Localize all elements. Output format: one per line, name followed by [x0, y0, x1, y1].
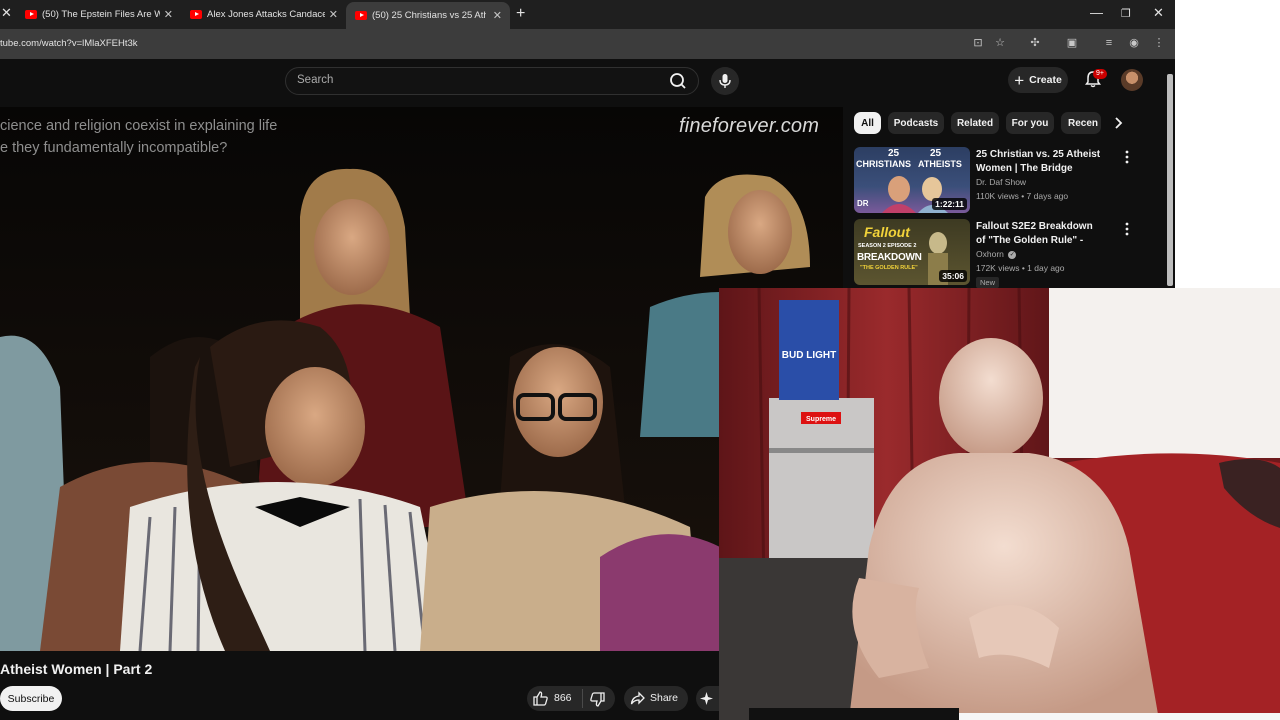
thumb-text-left: CHRISTIANS [856, 159, 912, 169]
thumb-logo: DR [857, 199, 869, 208]
channel-name[interactable]: Oxhorn ✓ [976, 249, 1017, 259]
thumbs-up-icon[interactable] [532, 690, 549, 707]
video-thumbnail[interactable]: Fallout SEASON 2 EPISODE 2 BREAKDOWN "TH… [854, 219, 970, 285]
thumb-brand: Fallout [864, 224, 910, 240]
channel-label: Oxhorn [976, 249, 1004, 259]
bookmark-star-icon[interactable]: ☆ [993, 36, 1007, 50]
youtube-favicon [190, 10, 202, 19]
close-icon[interactable]: ✕ [164, 8, 173, 21]
video-duration: 1:22:11 [932, 198, 967, 210]
thumb-subtitle: "THE GOLDEN RULE" [860, 265, 918, 271]
chevron-right-icon[interactable] [1111, 116, 1125, 130]
minimize-icon[interactable]: — [1090, 5, 1103, 20]
close-icon[interactable]: ✕ [1, 5, 12, 21]
tab-title: Alex Jones Attacks Candace Ow [207, 9, 325, 20]
chip-related[interactable]: Related [951, 112, 999, 134]
video-player[interactable]: cience and religion coexist in explainin… [0, 107, 843, 651]
youtube-header: Search + Create 9+ [0, 59, 1165, 107]
tab-epstein[interactable]: (50) The Epstein Files Are Way \ ✕ [25, 4, 175, 25]
recommendation-item[interactable]: Fallout SEASON 2 EPISODE 2 BREAKDOWN "TH… [854, 219, 1154, 288]
video-duration: 35:06 [939, 270, 967, 282]
kebab-icon[interactable] [1122, 150, 1132, 164]
create-label: Create [1029, 74, 1062, 86]
subscribe-button[interactable]: Subscribe [0, 686, 62, 711]
video-meta: 172K views • 1 day ago [976, 263, 1065, 273]
notification-badge: 9+ [1093, 69, 1107, 79]
thumb-number-right: 25 [930, 148, 942, 159]
url-text[interactable]: tube.com/watch?v=lMlaXFEHt3k [0, 38, 138, 49]
chip-recent[interactable]: Recen [1061, 112, 1101, 134]
like-count: 866 [554, 692, 572, 704]
profile-icon[interactable]: ◉ [1127, 36, 1141, 50]
menu-kebab-icon[interactable]: ⋮ [1152, 36, 1166, 50]
recommendation-item[interactable]: 25 25 CHRISTIANS ATHEISTS DR 1:22:11 25 … [854, 147, 1154, 215]
media-icon[interactable]: ≡ [1102, 36, 1116, 50]
thumb-season: SEASON 2 EPISODE 2 [858, 243, 917, 249]
video-thumbnail[interactable]: 25 25 CHRISTIANS ATHEISTS DR 1:22:11 [854, 147, 970, 213]
watermark: fineforever.com [679, 115, 820, 137]
webcam-overlay: BUD LIGHT Supreme [719, 288, 1280, 720]
tab-alex-jones[interactable]: Alex Jones Attacks Candace Ow ✕ [190, 4, 340, 25]
tab-christians-atheists[interactable]: (50) 25 Christians vs 25 Atheist ✕ [346, 2, 510, 29]
scrollbar-thumb[interactable] [1167, 74, 1173, 286]
tab-title: (50) The Epstein Files Are Way \ [42, 9, 160, 20]
sticker-label: Supreme [806, 416, 836, 423]
recommendation-title[interactable]: 25 Christian vs. 25 Atheist Women | The … [976, 148, 1104, 176]
kebab-icon[interactable] [1122, 222, 1132, 236]
new-tab-icon[interactable]: + [516, 5, 525, 23]
thumb-number-left: 25 [888, 148, 900, 159]
question-line-2: e they fundamentally incompatible? [0, 140, 228, 156]
address-bar[interactable]: tube.com/watch?v=lMlaXFEHt3k ⊡ ☆ ✣ ▣ ≡ ◉… [0, 29, 1175, 59]
avatar[interactable] [1121, 69, 1143, 91]
thumb-text-right: ATHEISTS [918, 159, 962, 169]
restore-icon[interactable]: ❐ [1121, 7, 1131, 20]
video-frame [0, 107, 843, 651]
extensions-icon[interactable]: ✣ [1028, 36, 1042, 50]
tab-strip: ✕ (50) The Epstein Files Are Way \ ✕ Ale… [0, 0, 1175, 29]
sparkle-icon [700, 692, 713, 705]
youtube-favicon [25, 10, 37, 19]
close-icon[interactable]: ✕ [493, 9, 502, 22]
new-badge: New [976, 277, 1000, 288]
close-icon[interactable]: ✕ [329, 8, 338, 21]
sidepanel-icon[interactable]: ▣ [1065, 36, 1079, 50]
recommendation-title[interactable]: Fallout S2E2 Breakdown of "The Golden Ru… [976, 220, 1104, 248]
youtube-favicon [355, 11, 367, 20]
channel-name[interactable]: Dr. Daf Show [976, 177, 1026, 187]
search-input[interactable]: Search [285, 67, 699, 95]
verified-icon: ✓ [1008, 250, 1017, 259]
question-line-1: cience and religion coexist in explainin… [0, 118, 278, 134]
question-overlay: cience and religion coexist in explainin… [0, 115, 277, 159]
mic-icon[interactable] [711, 67, 739, 95]
create-button[interactable]: + Create [1008, 67, 1068, 93]
video-title: Atheist Women | Part 2 [0, 661, 153, 677]
tab-title: (50) 25 Christians vs 25 Atheist [372, 10, 486, 21]
plus-icon: + [1014, 70, 1025, 90]
chip-all[interactable]: All [854, 112, 881, 134]
install-icon[interactable]: ⊡ [971, 36, 985, 50]
thumbs-down-icon[interactable] [589, 691, 606, 708]
chip-podcasts[interactable]: Podcasts [888, 112, 944, 134]
search-icon[interactable] [657, 67, 697, 95]
close-window-icon[interactable]: ✕ [1153, 5, 1164, 21]
video-meta: 110K views • 7 days ago [976, 191, 1069, 201]
share-label: Share [650, 692, 679, 704]
search-placeholder: Search [297, 74, 334, 86]
desktop-background [1175, 0, 1280, 288]
share-icon [630, 691, 645, 705]
can-label: BUD LIGHT [782, 350, 836, 361]
chip-for-you[interactable]: For you [1006, 112, 1054, 134]
webcam-scene: BUD LIGHT Supreme [719, 288, 1280, 720]
thumb-headline: BREAKDOWN [857, 252, 922, 263]
like-divider [582, 689, 583, 708]
